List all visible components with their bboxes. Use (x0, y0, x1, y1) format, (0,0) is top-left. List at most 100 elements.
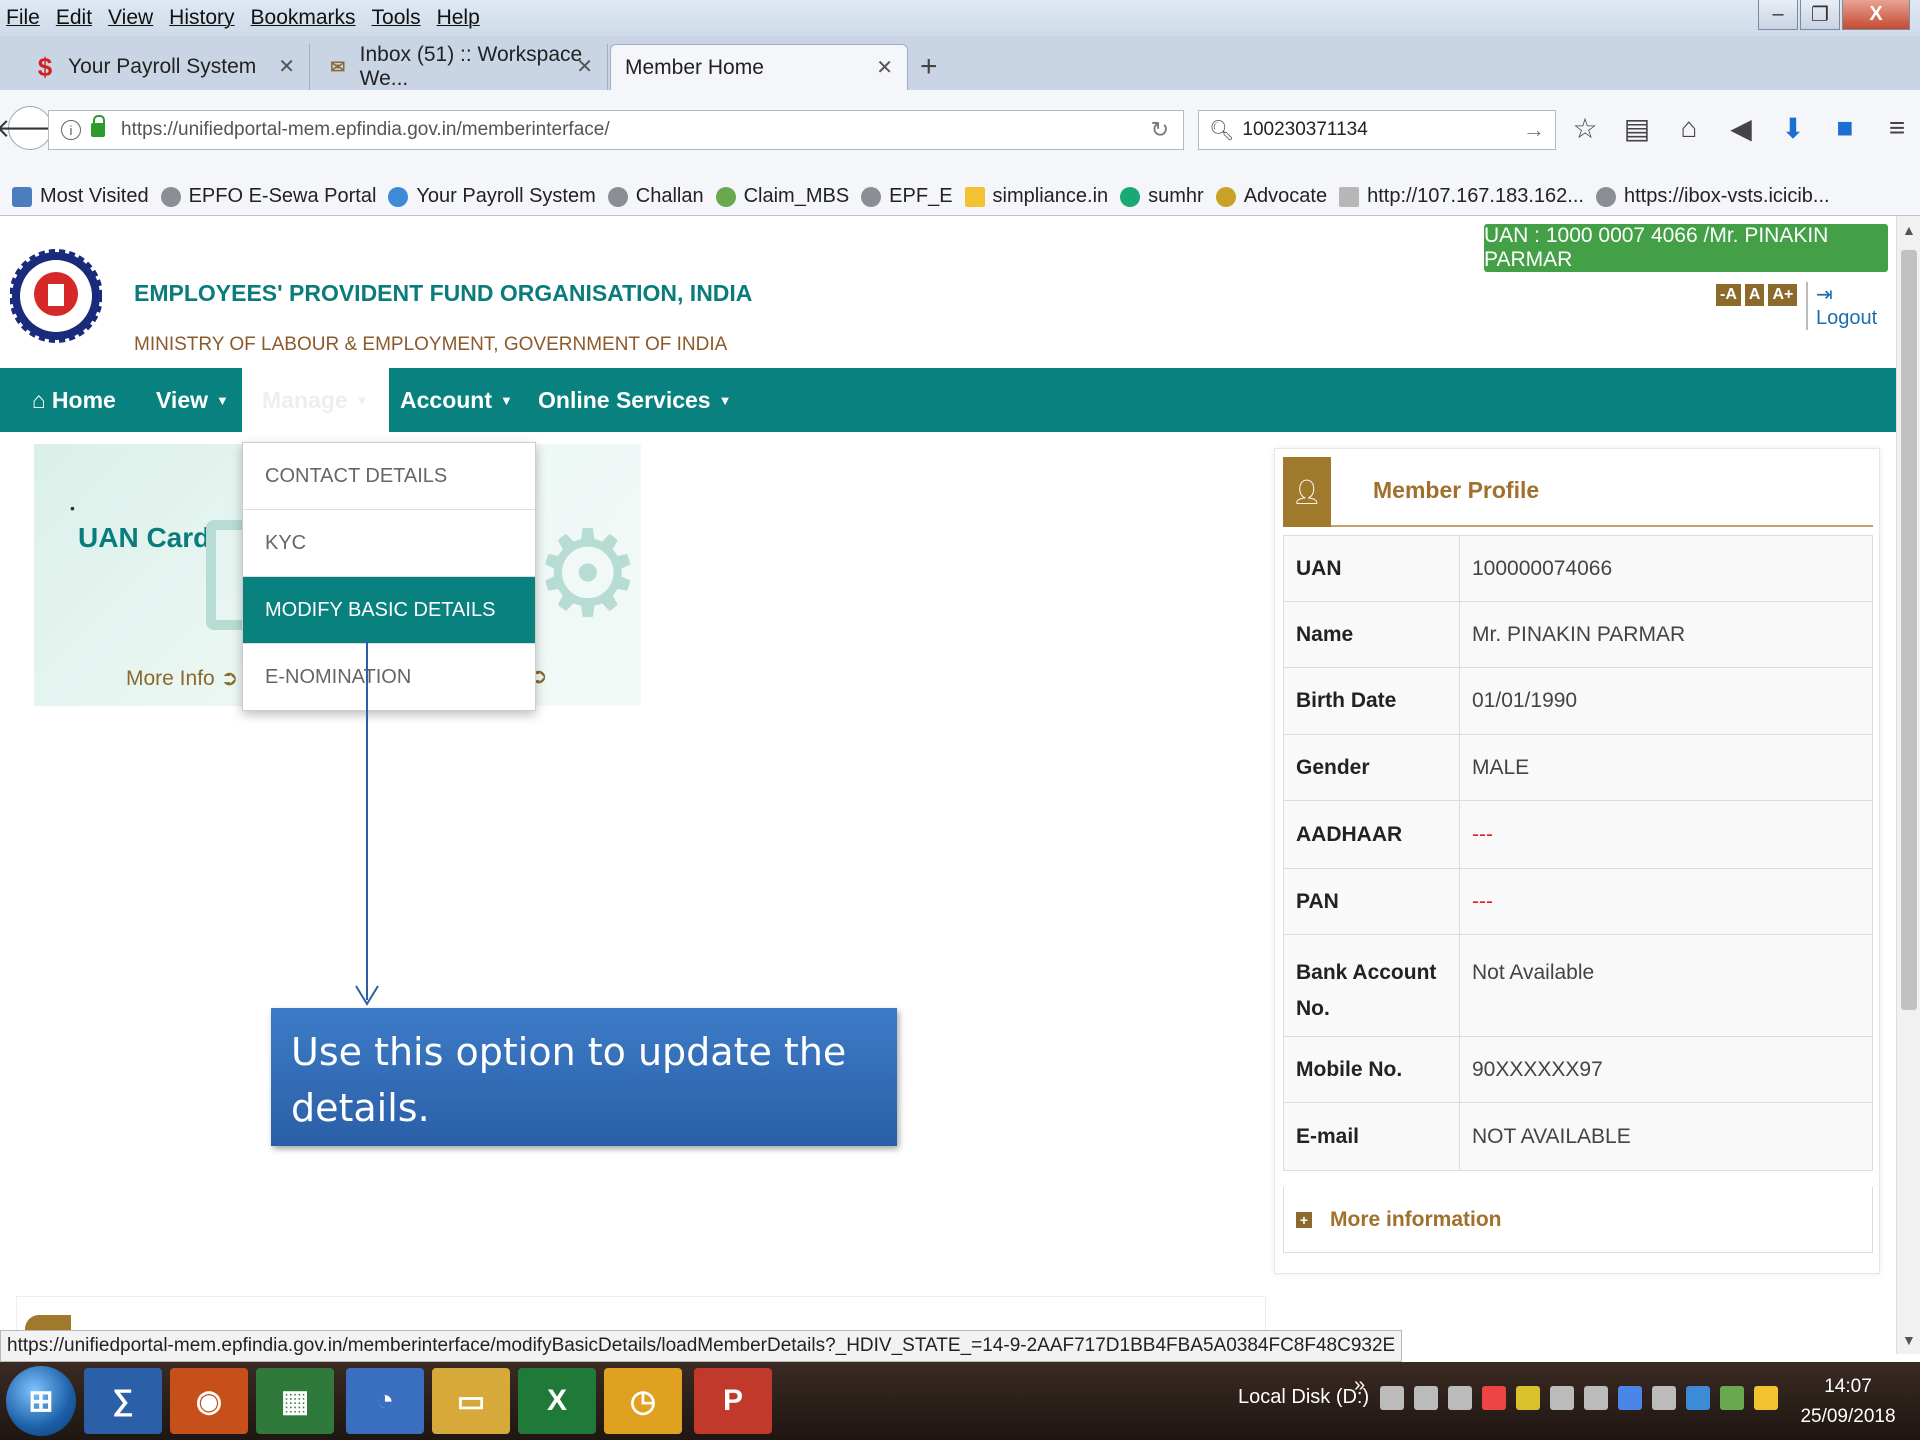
minimize-button[interactable]: – (1758, 0, 1798, 30)
bookmark-label: Claim_MBS (743, 185, 850, 207)
bookmark-label: sumhr (1148, 185, 1204, 207)
bookmark-item[interactable]: EPF_E (861, 185, 953, 208)
table-row: Mobile No. 90XXXXXX97 (1283, 1036, 1873, 1103)
tray-icon[interactable] (1448, 1386, 1472, 1410)
bookmark-item[interactable]: Advocate (1215, 185, 1327, 208)
tray-icon[interactable] (1618, 1386, 1642, 1410)
menu-edit[interactable]: Edit (56, 6, 92, 30)
callout-arrow (355, 640, 379, 1006)
bookmark-item[interactable]: Your Payroll System (388, 185, 596, 208)
tray-icon[interactable] (1652, 1386, 1676, 1410)
page-scrollbar[interactable]: ▲ ▼ (1896, 216, 1920, 1354)
bookmark-label: EPFO E-Sewa Portal (188, 185, 377, 207)
spreadsheet-app-icon[interactable]: ▦ (256, 1368, 334, 1434)
reading-list-icon[interactable]: ▤ (1622, 112, 1652, 145)
bookmark-item[interactable]: http://107.167.183.162... (1339, 185, 1584, 208)
mail-icon: ✉ (330, 56, 346, 77)
taskbar: ⊞ ∑ ◉ ▦ ◔ ▭ X ◷ P Local Disk (D:) » 14:0… (0, 1362, 1920, 1440)
toolbar-icons: ☆ ▤ ⌂ ◀ ⬇ ■ ≡ (1570, 112, 1912, 145)
menu-view[interactable]: View (108, 6, 153, 30)
close-window-button[interactable]: X (1842, 0, 1910, 30)
powershell-icon[interactable]: ∑ (84, 1368, 162, 1434)
star-icon[interactable]: ☆ (1570, 112, 1600, 145)
chrome-icon[interactable] (1754, 1386, 1778, 1410)
payroll-icon (388, 186, 409, 207)
tray-icon[interactable] (1516, 1386, 1540, 1410)
network-icon[interactable] (1550, 1386, 1574, 1410)
tray-icon[interactable] (1720, 1386, 1744, 1410)
menu-file[interactable]: File (6, 6, 40, 30)
payroll-icon: $ (37, 51, 53, 82)
scroll-down-icon[interactable]: ▼ (1902, 1332, 1916, 1348)
profile-value: --- (1459, 800, 1873, 869)
close-tab-icon[interactable]: ✕ (576, 54, 593, 79)
more-information-link[interactable]: + More information (1283, 1187, 1873, 1253)
search-input[interactable]: 🔍︎ 100230371134 → (1198, 110, 1556, 150)
menu-bookmarks[interactable]: Bookmarks (251, 6, 356, 30)
scroll-up-icon[interactable]: ▲ (1902, 222, 1916, 238)
tab-inbox[interactable]: ✉ Inbox (51) :: Workspace We... ✕ (314, 43, 608, 90)
maximize-button[interactable]: ❐ (1800, 0, 1840, 30)
close-tab-icon[interactable]: ✕ (278, 54, 295, 79)
address-bar[interactable]: i https://unifiedportal-mem.epfindia.gov… (48, 110, 1184, 150)
firefox-icon[interactable]: ◉ (170, 1368, 248, 1434)
back-button[interactable]: 🡐 (0, 106, 65, 150)
bookmark-item[interactable]: Claim_MBS (715, 185, 850, 208)
tab-payroll[interactable]: $ Your Payroll System ✕ (20, 44, 310, 90)
font-decrease-button[interactable]: -A (1716, 284, 1741, 306)
file-explorer-icon[interactable]: ▭ (432, 1368, 510, 1434)
profile-value: 90XXXXXX97 (1459, 1036, 1873, 1103)
new-tab-button[interactable]: + (920, 50, 938, 84)
tab-member-home[interactable]: Member Home ✕ (610, 44, 908, 90)
profile-key: UAN (1283, 535, 1460, 602)
start-button[interactable]: ⊞ (6, 1366, 76, 1436)
profile-key: PAN (1283, 868, 1460, 935)
bookmark-label: Most Visited (40, 185, 149, 207)
outlook-icon[interactable]: ■ (1830, 112, 1860, 145)
menu-history[interactable]: History (169, 6, 234, 30)
tray-label[interactable]: Local Disk (D:) (1238, 1386, 1369, 1409)
reload-icon[interactable]: ↻ (1151, 117, 1169, 143)
table-row: PAN --- (1283, 868, 1873, 935)
tray-icon[interactable] (1686, 1386, 1710, 1410)
bookmark-item[interactable]: simpliance.in (964, 185, 1108, 208)
excel-icon[interactable]: X (518, 1368, 596, 1434)
bookmark-item[interactable]: EPFO E-Sewa Portal (160, 185, 377, 208)
globe-icon (160, 186, 181, 207)
info-icon[interactable]: i (61, 120, 81, 140)
close-tab-icon[interactable]: ✕ (876, 55, 893, 80)
profile-value: --- (1459, 868, 1873, 935)
bookmark-item[interactable]: https://ibox-vsts.icicib... (1595, 185, 1830, 208)
powerpoint-icon[interactable]: P (694, 1368, 772, 1434)
advocate-icon (1215, 186, 1236, 207)
menu-help[interactable]: Help (437, 6, 480, 30)
scrollbar-thumb[interactable] (1901, 250, 1917, 1010)
profile-key: AADHAAR (1283, 800, 1460, 869)
battery-icon[interactable] (1584, 1386, 1608, 1410)
menu-tools[interactable]: Tools (372, 6, 421, 30)
hamburger-menu-icon[interactable]: ≡ (1882, 112, 1912, 145)
logout-link[interactable]: ⇥ Logout (1806, 282, 1896, 330)
calendar-app-icon[interactable]: ◷ (604, 1368, 682, 1434)
bookmark-item[interactable]: sumhr (1120, 185, 1204, 208)
search-go-icon[interactable]: → (1523, 117, 1545, 143)
windows-logo-icon: ⊞ (28, 1384, 54, 1418)
font-normal-button[interactable]: A (1744, 284, 1765, 306)
bookmarks-folder-icon (12, 186, 32, 207)
logout-icon: ⇥ (1816, 284, 1833, 306)
taskbar-clock[interactable]: 14:07 25/09/2018 (1798, 1372, 1898, 1432)
bookmark-item[interactable]: Most Visited (12, 185, 149, 208)
outlook-app-icon[interactable]: ◔ (346, 1368, 424, 1434)
bookmark-item[interactable]: Challan (607, 185, 704, 208)
profile-key: E-mail (1283, 1102, 1460, 1171)
tray-icon[interactable] (1380, 1386, 1404, 1410)
tray-icon[interactable] (1482, 1386, 1506, 1410)
callout-box: Use this option to update the details. (271, 1008, 897, 1146)
table-row: Name Mr. PINAKIN PARMAR (1283, 601, 1873, 668)
flag-icon[interactable] (1414, 1386, 1438, 1410)
font-increase-button[interactable]: A+ (1768, 284, 1798, 306)
download-icon[interactable]: ⬇ (1778, 112, 1808, 145)
home-icon[interactable]: ⌂ (1674, 112, 1704, 145)
pocket-icon[interactable]: ◀ (1726, 112, 1756, 145)
chevron-right-icon[interactable]: » (1354, 1374, 1365, 1397)
